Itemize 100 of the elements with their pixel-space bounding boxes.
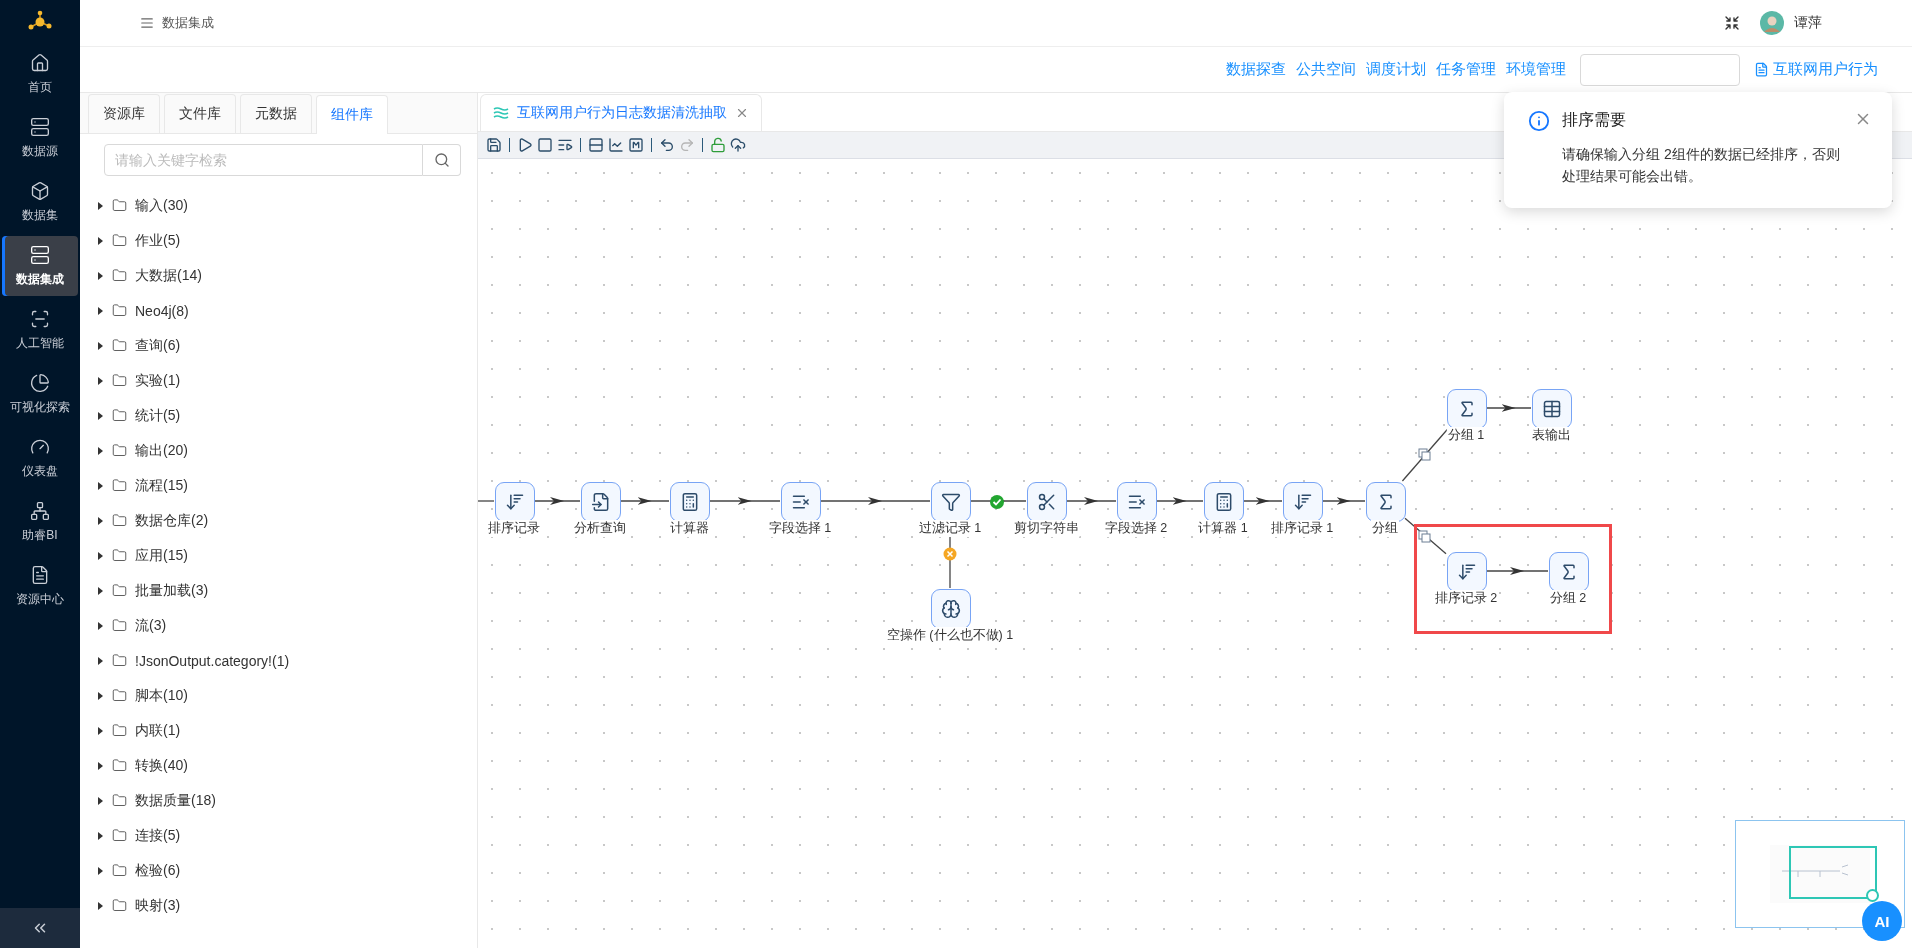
step-node[interactable] [1532, 389, 1572, 429]
step-node[interactable] [1117, 482, 1157, 522]
resize-handle[interactable] [1866, 889, 1879, 902]
tree-item[interactable]: 实验(1) [96, 363, 477, 398]
tree-label: 脚本(10) [135, 686, 188, 705]
calculator-icon [680, 492, 700, 512]
caret-icon[interactable] [96, 446, 104, 455]
step-node[interactable] [581, 482, 621, 522]
tree-item[interactable]: 查询(6) [96, 328, 477, 363]
stop-icon[interactable] [537, 137, 553, 153]
fullscreen-icon[interactable] [1724, 15, 1740, 31]
sidebar-item[interactable]: 数据集 [2, 172, 78, 232]
caret-icon[interactable] [96, 726, 104, 735]
save-icon[interactable] [486, 137, 502, 153]
node-label: 剪切字符串 [1012, 520, 1080, 537]
caret-icon[interactable] [96, 201, 104, 210]
sort-icon [1457, 562, 1477, 582]
select-field[interactable] [1580, 53, 1740, 86]
tree-item[interactable]: 映射(3) [96, 888, 477, 923]
tree-item[interactable]: 内联(1) [96, 713, 477, 748]
axes-icon[interactable] [608, 137, 624, 153]
caret-icon[interactable] [96, 481, 104, 490]
panel-tab[interactable]: 组件库 [316, 95, 388, 134]
tree-item[interactable]: 应用(15) [96, 538, 477, 573]
caret-icon[interactable] [96, 761, 104, 770]
user-name[interactable]: 谭萍 [1794, 14, 1822, 32]
caret-icon[interactable] [96, 516, 104, 525]
tree-item[interactable]: 批量加载(3) [96, 573, 477, 608]
editor-tab[interactable]: 互联网用户行为日志数据清洗抽取 [480, 94, 762, 131]
panel-tab[interactable]: 文件库 [164, 94, 236, 133]
folder-icon [112, 338, 127, 353]
caret-icon[interactable] [96, 831, 104, 840]
caret-icon[interactable] [96, 796, 104, 805]
tree-item[interactable]: 统计(5) [96, 398, 477, 433]
node-label: 分组 2 [1548, 590, 1588, 607]
tree-item[interactable]: 转换(40) [96, 748, 477, 783]
caret-icon[interactable] [96, 691, 104, 700]
tree-item[interactable]: 脚本(10) [96, 678, 477, 713]
folder-icon [112, 898, 127, 913]
tree-item[interactable]: Neo4j(8) [96, 293, 477, 328]
step-node[interactable] [1366, 482, 1406, 522]
step-node[interactable] [495, 482, 535, 522]
folder-icon [112, 478, 127, 493]
step-node[interactable] [1027, 482, 1067, 522]
tree-item[interactable]: !JsonOutput.category!(1) [96, 643, 477, 678]
sidebar-item[interactable]: 可视化探索 [2, 364, 78, 424]
caret-icon[interactable] [96, 551, 104, 560]
sidebar-item[interactable]: 仪表盘 [2, 428, 78, 488]
step-node[interactable] [931, 589, 971, 629]
caret-icon[interactable] [96, 866, 104, 875]
caret-icon[interactable] [96, 271, 104, 280]
tree-item[interactable]: 检验(6) [96, 853, 477, 888]
tree-item[interactable]: 大数据(14) [96, 258, 477, 293]
panel-tab[interactable]: 元数据 [240, 94, 312, 133]
cloud-upload-icon[interactable] [730, 137, 746, 153]
minimap[interactable] [1735, 820, 1905, 928]
sidebar-item[interactable]: 数据集成 [2, 236, 78, 296]
check-icon [990, 495, 1004, 509]
tree-item[interactable]: 输出(20) [96, 433, 477, 468]
panel-tab[interactable]: 资源库 [88, 94, 160, 133]
step-node[interactable] [1283, 482, 1323, 522]
avatar[interactable] [1760, 11, 1784, 35]
tree-item[interactable]: 输入(30) [96, 188, 477, 223]
sidebar-item[interactable]: 资源中心 [2, 556, 78, 616]
tree-item[interactable]: 数据仓库(2) [96, 503, 477, 538]
caret-icon[interactable] [96, 306, 104, 315]
caret-icon[interactable] [96, 901, 104, 910]
menu-icon[interactable] [140, 16, 154, 30]
tree-item[interactable]: 连接(5) [96, 818, 477, 853]
scissors-icon [1037, 492, 1057, 512]
letter-box-icon[interactable] [628, 137, 644, 153]
search-button[interactable] [423, 144, 461, 176]
caret-icon[interactable] [96, 656, 104, 665]
sidebar-item[interactable]: 助睿BI [2, 492, 78, 552]
step-node[interactable] [1447, 552, 1487, 592]
run-icon[interactable] [517, 137, 533, 153]
caret-icon[interactable] [96, 376, 104, 385]
caret-icon[interactable] [96, 236, 104, 245]
step-node[interactable] [1549, 552, 1589, 592]
step-node[interactable] [1204, 482, 1244, 522]
undo-icon[interactable] [659, 137, 675, 153]
sidebar-item[interactable]: 人工智能 [2, 300, 78, 360]
close-icon[interactable] [735, 106, 749, 120]
search-field[interactable]: 请输入关键字检索 [104, 144, 423, 176]
sidebar-item[interactable]: 数据源 [2, 108, 78, 168]
step-node[interactable] [1447, 389, 1487, 429]
tree-item[interactable]: 流程(15) [96, 468, 477, 503]
tree-item[interactable]: 流(3) [96, 608, 477, 643]
list-play-icon[interactable] [557, 137, 573, 153]
step-node[interactable] [670, 482, 710, 522]
caret-icon[interactable] [96, 621, 104, 630]
rows-icon[interactable] [588, 137, 604, 153]
caret-icon[interactable] [96, 586, 104, 595]
caret-icon[interactable] [96, 411, 104, 420]
step-node[interactable] [781, 482, 821, 522]
tree-item[interactable]: 作业(5) [96, 223, 477, 258]
step-node[interactable] [931, 482, 971, 522]
tree-item[interactable]: 数据质量(18) [96, 783, 477, 818]
sidebar-item[interactable]: 首页 [2, 44, 78, 104]
caret-icon[interactable] [96, 341, 104, 350]
